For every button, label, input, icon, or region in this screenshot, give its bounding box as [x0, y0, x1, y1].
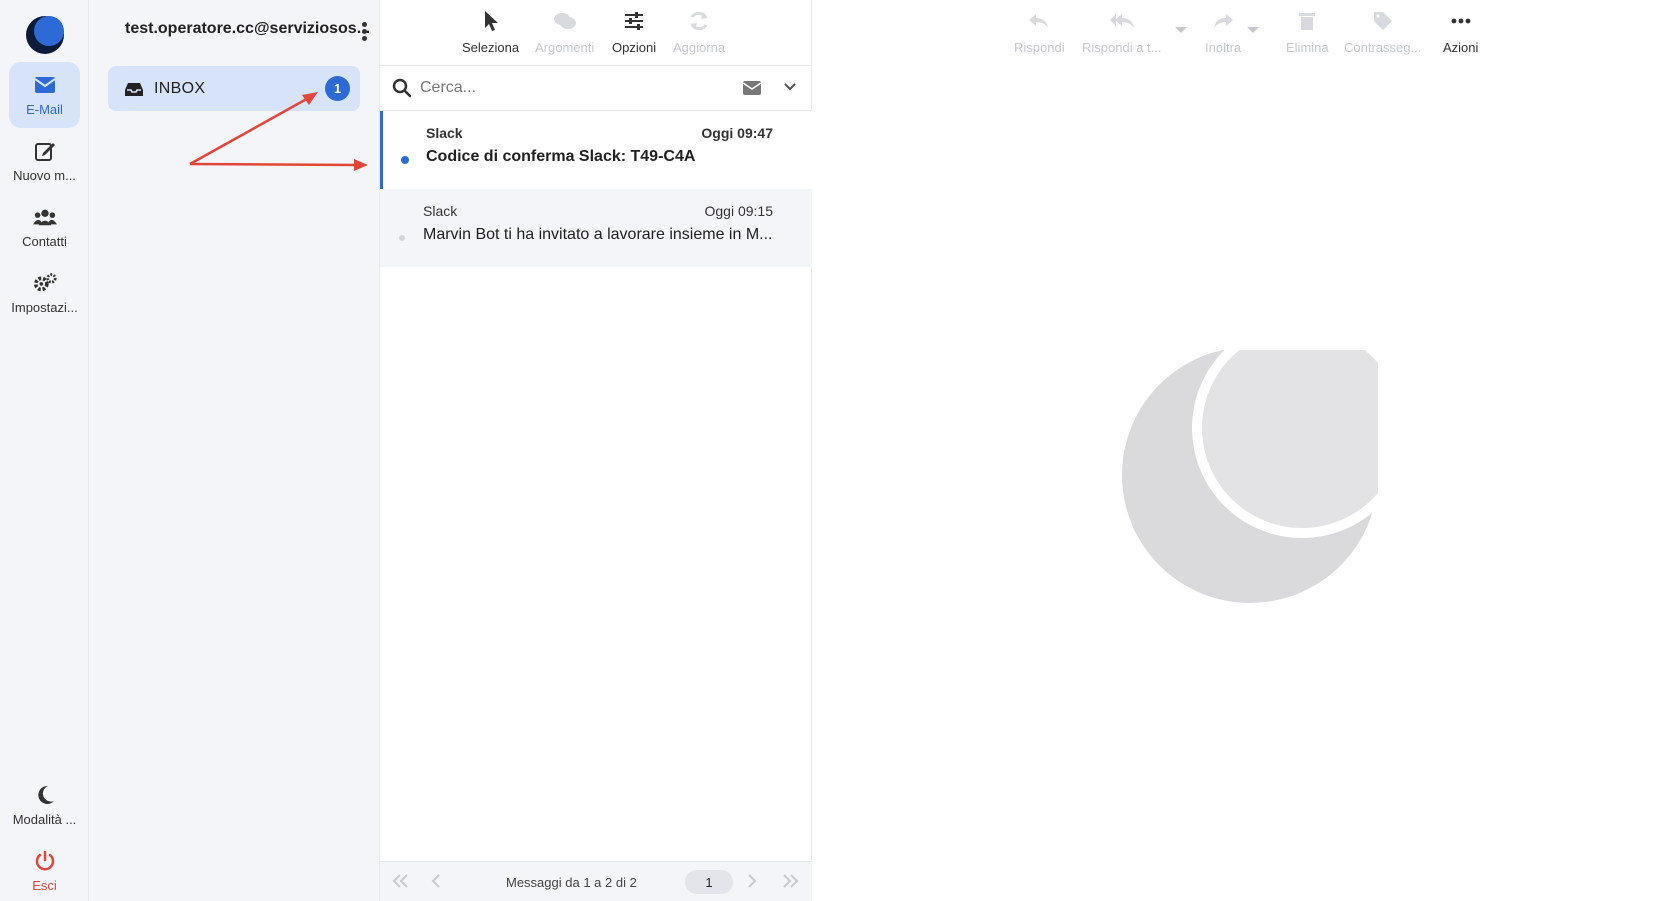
envelope-icon: [33, 73, 57, 97]
message-row[interactable]: Slack Oggi 09:47 Codice di conferma Slac…: [380, 111, 813, 189]
list-toolbar: Seleziona Argomenti Opzioni Aggiorna: [380, 0, 813, 66]
users-icon: [32, 205, 57, 229]
power-icon: [33, 849, 57, 873]
message-list-panel: Seleziona Argomenti Opzioni Aggiorna Cer…: [379, 0, 813, 901]
moon-icon: [33, 783, 57, 807]
forward-dropdown-icon[interactable]: [1247, 27, 1259, 33]
reply-all-button[interactable]: Rispondi a t...: [1082, 8, 1162, 55]
nav-rail: E-Mail Nuovo m... Contatti Impostazi...: [0, 0, 89, 901]
nav-item-label: Impostazi...: [11, 300, 78, 315]
select-label: Seleziona: [462, 40, 520, 55]
message-row[interactable]: Slack Oggi 09:15 Marvin Bot ti ha invita…: [380, 189, 813, 267]
tag-icon: [1371, 8, 1395, 34]
message-time: Oggi 09:15: [704, 203, 774, 219]
reply-all-icon: [1109, 8, 1134, 34]
refresh-button[interactable]: Aggiorna: [673, 8, 725, 55]
actions-button[interactable]: Azioni: [1443, 8, 1478, 55]
current-page[interactable]: 1: [685, 870, 733, 894]
previous-page-icon[interactable]: [431, 874, 441, 888]
search-input[interactable]: [420, 74, 700, 102]
nav-item-label: Contatti: [22, 234, 67, 249]
nav-item-contacts[interactable]: Contatti: [9, 194, 80, 260]
options-label: Opzioni: [612, 40, 657, 55]
nav-item-label: Modalità ...: [12, 812, 77, 827]
sliders-icon: [622, 8, 646, 34]
search-bar: [380, 66, 813, 111]
nav-item-compose[interactable]: Nuovo m...: [9, 128, 80, 194]
search-icon: [392, 78, 412, 98]
search-scope-envelope-icon[interactable]: [743, 81, 761, 95]
nav-item-settings[interactable]: Impostazi...: [9, 260, 80, 326]
inbox-icon: [125, 82, 143, 96]
trash-icon: [1295, 8, 1319, 34]
gears-icon: [33, 271, 57, 295]
forward-button[interactable]: Inoltra: [1205, 8, 1241, 55]
pagination-bar: Messaggi da 1 a 2 di 2 1: [380, 861, 813, 901]
message-sender: Slack: [423, 203, 458, 219]
mail-app: E-Mail Nuovo m... Contatti Impostazi...: [0, 0, 1680, 901]
read-dot: [399, 235, 405, 241]
reply-icon: [1027, 8, 1051, 34]
threads-label: Argomenti: [535, 40, 595, 55]
message-time: Oggi 09:47: [701, 125, 773, 141]
nav-item-email[interactable]: E-Mail: [9, 62, 80, 128]
actions-label: Azioni: [1443, 40, 1479, 55]
cursor-icon: [479, 8, 503, 34]
select-button[interactable]: Seleziona: [462, 8, 519, 55]
forward-icon: [1211, 8, 1235, 34]
reply-label: Rispondi: [1014, 40, 1065, 55]
nav-item-label: Nuovo m...: [13, 168, 76, 183]
nav-item-logout[interactable]: Esci: [9, 838, 80, 901]
first-page-icon[interactable]: [392, 874, 410, 888]
unread-badge: 1: [325, 76, 350, 101]
next-page-icon[interactable]: [747, 874, 757, 888]
message-count: Messaggi da 1 a 2 di 2: [506, 875, 637, 890]
delete-label: Elimina: [1286, 40, 1329, 55]
message-subject: Codice di conferma Slack: T49-C4A: [426, 148, 696, 165]
watermark-logo-icon: [1122, 350, 1378, 603]
comments-icon: [553, 8, 577, 34]
refresh-label: Aggiorna: [673, 40, 726, 55]
app-logo[interactable]: [24, 14, 66, 56]
last-page-icon[interactable]: [781, 874, 799, 888]
search-options-chevron-down-icon[interactable]: [784, 83, 796, 91]
message-sender: Slack: [426, 125, 463, 141]
reply-button[interactable]: Rispondi: [1014, 8, 1065, 55]
unread-dot: [401, 156, 409, 164]
delete-button[interactable]: Elimina: [1286, 8, 1329, 55]
nav-item-label: E-Mail: [26, 102, 63, 117]
reply-all-dropdown-icon[interactable]: [1175, 27, 1187, 33]
edit-icon: [33, 139, 57, 163]
nav-item-label: Esci: [32, 878, 57, 893]
account-email: test.operatore.cc@serviziosos...: [125, 20, 371, 37]
flag-label: Contrasseg...: [1344, 40, 1422, 55]
more-horizontal-icon: [1449, 8, 1473, 34]
forward-label: Inoltra: [1205, 40, 1242, 55]
reading-pane: Rispondi Rispondi a t... Inoltra Elimina…: [812, 0, 1680, 901]
folder-panel: test.operatore.cc@serviziosos... INBOX 1: [89, 0, 379, 901]
nav-item-dark-mode[interactable]: Modalità ...: [9, 772, 80, 838]
threads-button[interactable]: Argomenti: [535, 8, 594, 55]
reply-all-label: Rispondi a t...: [1082, 40, 1162, 55]
account-menu-icon[interactable]: [359, 22, 369, 44]
flag-button[interactable]: Contrasseg...: [1344, 8, 1421, 55]
folder-name: INBOX: [154, 79, 206, 97]
message-subject: Marvin Bot ti ha invitato a lavorare ins…: [423, 226, 773, 243]
folder-inbox[interactable]: INBOX 1: [108, 66, 360, 111]
refresh-icon: [687, 8, 711, 34]
options-button[interactable]: Opzioni: [612, 8, 656, 55]
